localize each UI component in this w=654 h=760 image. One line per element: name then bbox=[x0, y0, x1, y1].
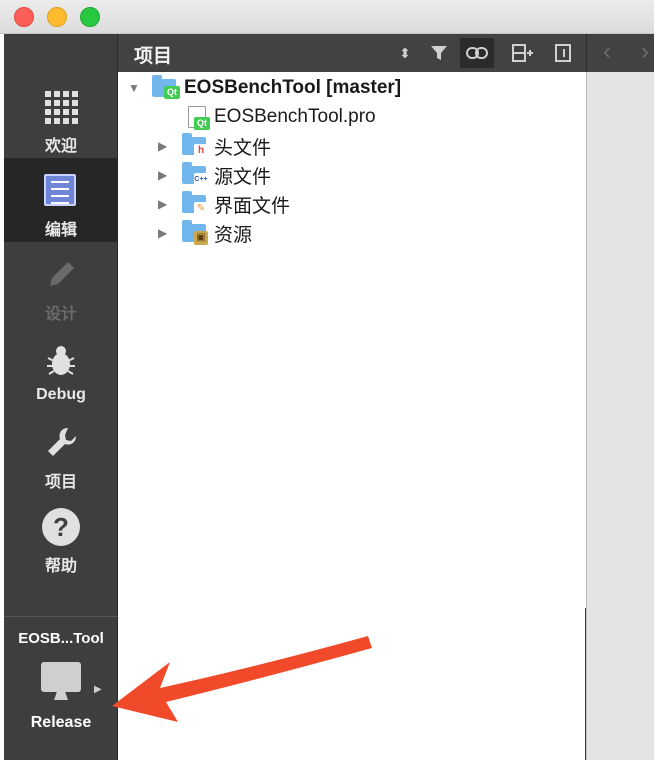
window-titlebar bbox=[0, 0, 654, 34]
view-selector-arrows-icon[interactable]: ⬍ bbox=[388, 38, 422, 68]
mode-design[interactable]: 设计 bbox=[4, 242, 118, 326]
edit-icon bbox=[44, 174, 76, 206]
close-pane-icon[interactable] bbox=[546, 38, 580, 68]
collapsed-arrow-icon[interactable]: ▶ bbox=[158, 197, 172, 211]
mode-label: 欢迎 bbox=[44, 138, 77, 155]
mode-edit[interactable]: 编辑 bbox=[4, 158, 118, 242]
collapsed-arrow-icon[interactable]: ▶ bbox=[158, 226, 172, 240]
bug-icon bbox=[47, 346, 75, 375]
close-window-button[interactable] bbox=[14, 7, 34, 27]
project-pane-header: 项目 ⬍ bbox=[118, 34, 586, 72]
tree-item-label: 资源 bbox=[214, 224, 253, 246]
mode-projects[interactable]: 项目 bbox=[4, 410, 118, 494]
resources-folder-icon: ▣ bbox=[182, 220, 208, 245]
tree-folder-forms[interactable]: ▶ ✎ 界面文件 bbox=[158, 190, 290, 218]
collapsed-arrow-icon[interactable]: ▶ bbox=[158, 168, 172, 182]
project-tree: ▼ Qt EOSBenchTool [master] Qt EOSBenchTo… bbox=[118, 72, 586, 608]
editor-area bbox=[586, 72, 654, 760]
build-config-label[interactable]: Release bbox=[4, 714, 118, 732]
grid-icon bbox=[42, 88, 80, 126]
expanded-arrow-icon[interactable]: ▼ bbox=[128, 81, 142, 95]
project-tree-empty-area bbox=[118, 608, 586, 760]
build-target-name[interactable]: EOSB...Tool bbox=[4, 630, 118, 647]
mode-label: 编辑 bbox=[44, 222, 77, 239]
tree-item-label: 界面文件 bbox=[214, 195, 291, 217]
tree-item-label: EOSBenchTool.pro bbox=[214, 106, 376, 127]
monitor-icon[interactable] bbox=[41, 662, 81, 692]
mode-label: 设计 bbox=[44, 306, 77, 323]
tree-folder-resources[interactable]: ▶ ▣ 资源 bbox=[158, 219, 252, 247]
header-folder-icon: h bbox=[182, 133, 208, 158]
tree-folder-sources[interactable]: ▶ C++ 源文件 bbox=[158, 161, 271, 189]
mode-welcome[interactable]: 欢迎 bbox=[4, 74, 118, 158]
wrench-icon bbox=[48, 427, 77, 456]
tree-folder-headers[interactable]: ▶ h 头文件 bbox=[158, 132, 271, 160]
tree-root-label: EOSBenchTool [master] bbox=[184, 77, 402, 98]
source-folder-icon: C++ bbox=[182, 162, 208, 187]
editor-nav-header: ‹ › bbox=[586, 34, 654, 72]
tree-item-label: 头文件 bbox=[214, 137, 272, 159]
zoom-window-button[interactable] bbox=[80, 7, 100, 27]
qt-project-folder-icon: Qt bbox=[152, 75, 180, 99]
qt-file-icon: Qt bbox=[188, 106, 210, 130]
pencil-icon bbox=[50, 262, 74, 286]
collapsed-arrow-icon[interactable]: ▶ bbox=[158, 139, 172, 153]
mode-label: 帮助 bbox=[44, 558, 77, 575]
back-arrow-icon[interactable]: ‹ bbox=[603, 38, 611, 66]
mode-debug[interactable]: Debug bbox=[4, 328, 118, 412]
help-icon: ? bbox=[42, 508, 80, 546]
filter-icon[interactable] bbox=[422, 38, 456, 68]
link-with-editor-icon[interactable] bbox=[460, 38, 494, 68]
mode-label: Debug bbox=[36, 386, 86, 403]
forward-arrow-icon[interactable]: › bbox=[641, 38, 649, 66]
mode-sidebar: 欢迎 编辑 设计 Debug 项目 ? 帮助 EOSB...Tool ▶ Rel… bbox=[4, 34, 118, 760]
mode-help[interactable]: ? 帮助 bbox=[4, 494, 118, 578]
kit-selector-arrow-icon[interactable]: ▶ bbox=[94, 684, 102, 695]
forms-folder-icon: ✎ bbox=[182, 191, 208, 216]
tree-item-label: 源文件 bbox=[214, 166, 272, 188]
tree-item-pro-file[interactable]: Qt EOSBenchTool.pro bbox=[188, 103, 376, 131]
mode-label: 项目 bbox=[44, 474, 77, 491]
tree-root[interactable]: ▼ Qt EOSBenchTool [master] bbox=[128, 74, 401, 102]
sidebar-divider bbox=[4, 616, 118, 617]
pane-title: 项目 bbox=[134, 46, 173, 67]
split-view-icon[interactable] bbox=[506, 38, 540, 68]
minimize-window-button[interactable] bbox=[47, 7, 67, 27]
